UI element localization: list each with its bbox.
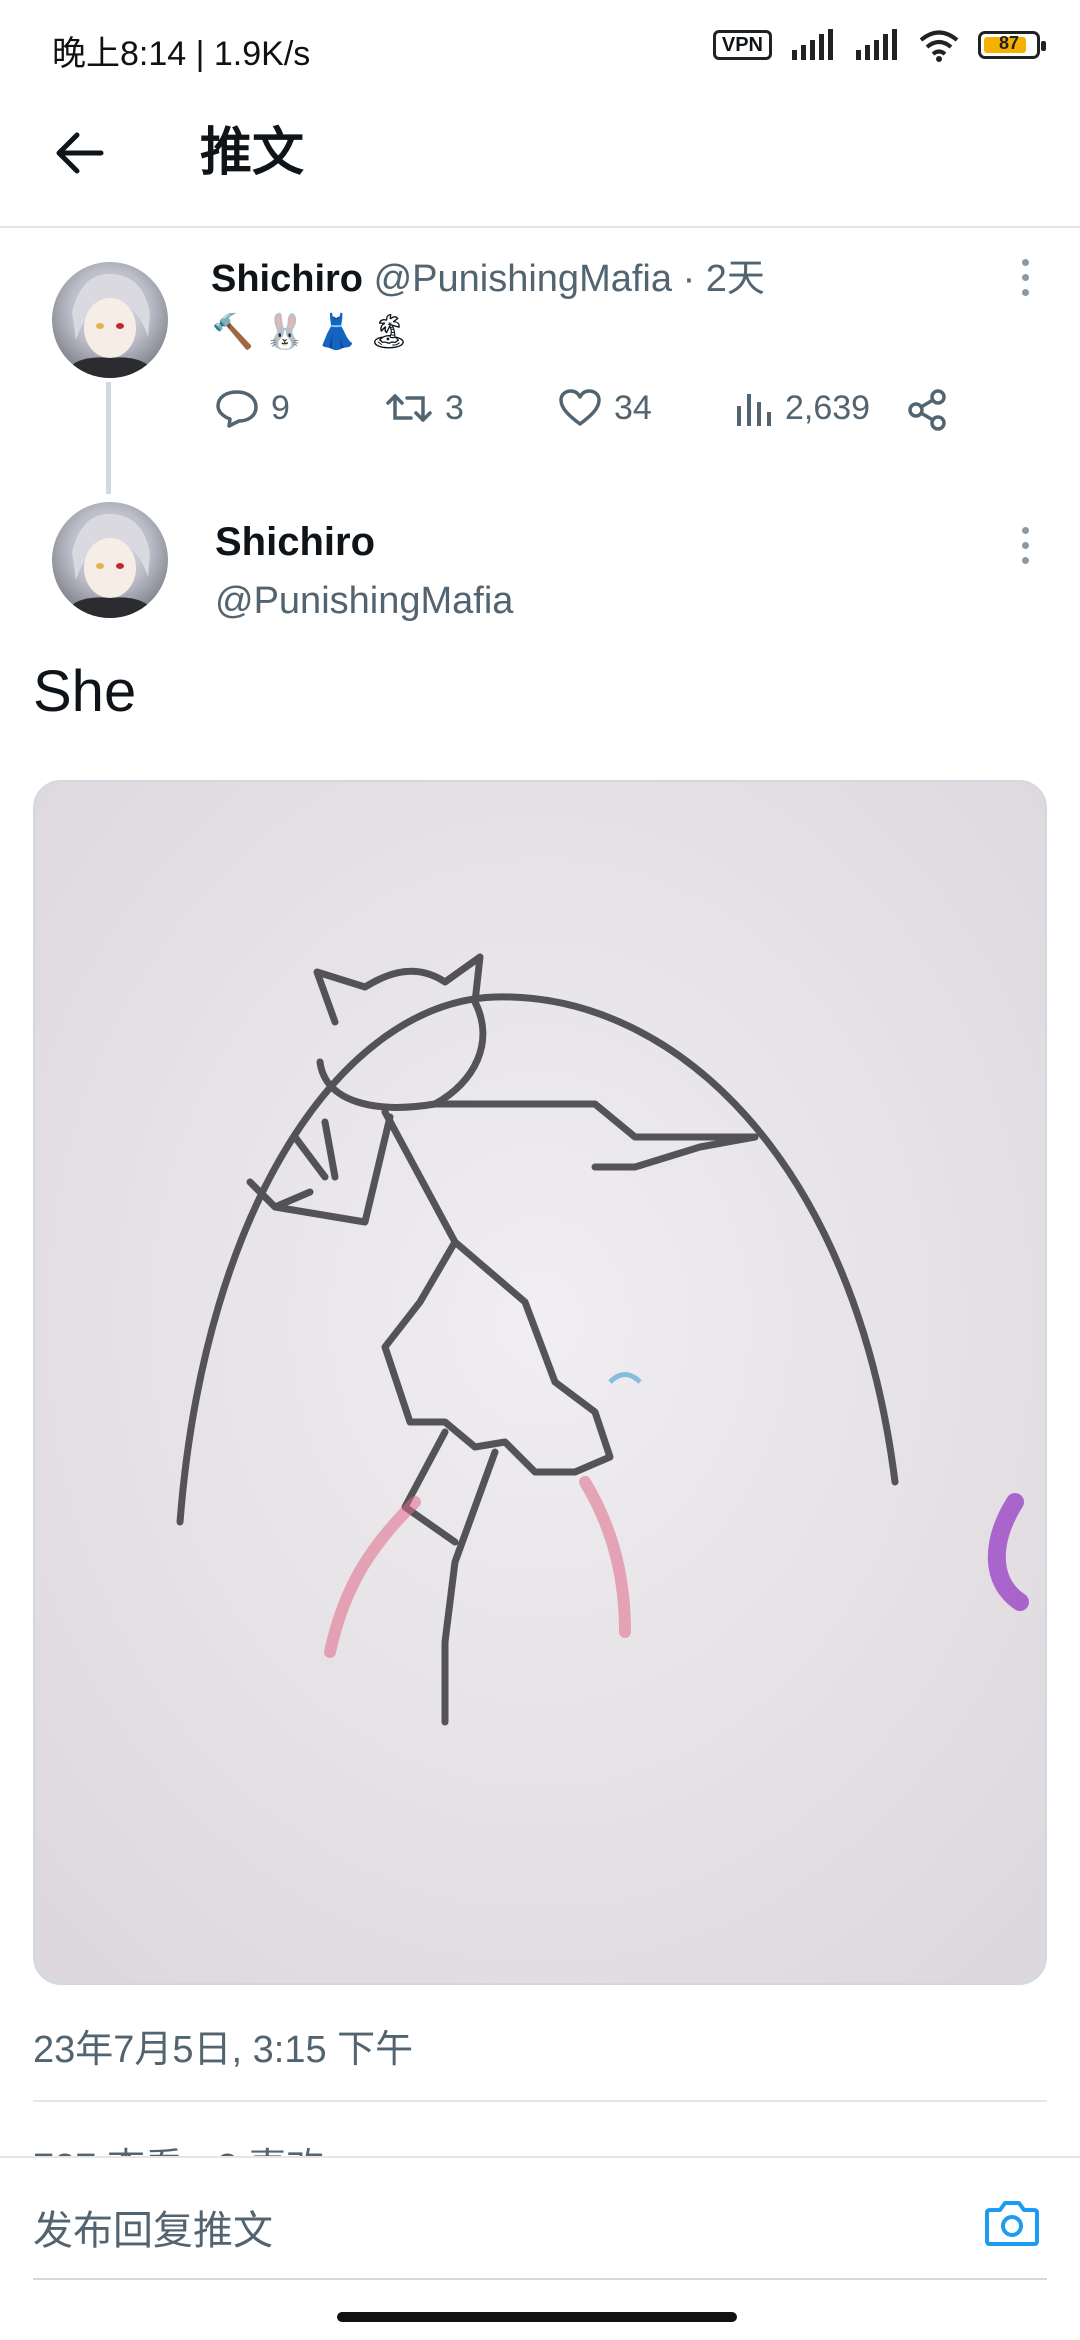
camera-icon xyxy=(985,2201,1039,2246)
signal-icon-2 xyxy=(856,29,897,60)
views-icon xyxy=(737,394,771,426)
display-name[interactable]: Shichiro xyxy=(211,258,363,300)
reply-underline xyxy=(33,2278,1047,2280)
parent-tweet-header[interactable]: Shichiro @PunishingMafia · 2天 xyxy=(211,254,765,304)
parent-tweet-text: 🔨 🐰 👗 🏝 xyxy=(211,310,411,354)
alarm-icon xyxy=(113,28,147,62)
share-button[interactable] xyxy=(905,388,949,432)
avatar[interactable] xyxy=(52,502,168,618)
stick-figure-drawing xyxy=(35,782,1045,1983)
vpn-badge: VPN xyxy=(712,30,772,60)
more-options-button[interactable] xyxy=(1005,520,1045,570)
views-button[interactable]: 2,639 xyxy=(733,388,870,428)
views-count: 2,639 xyxy=(785,388,871,427)
top-app-bar xyxy=(0,100,1080,228)
tweet-timestamp: 23年7月5日, 3:15 下午 xyxy=(33,2029,414,2071)
page-title: 推文 xyxy=(200,124,305,182)
avatar-illustration xyxy=(62,513,158,618)
time-ago: · 2天 xyxy=(682,258,765,300)
island-emoji: 🏝 xyxy=(367,313,411,351)
tweet-stats[interactable]: 727 查看 · 2 喜欢 xyxy=(33,2136,533,2156)
rabbit-emoji: 🐰 xyxy=(263,313,307,351)
hammer-emoji: 🔨 xyxy=(211,313,255,351)
retweet-icon xyxy=(386,394,432,422)
display-name[interactable]: Shichiro xyxy=(215,520,375,565)
signal-icon xyxy=(792,29,833,60)
reply-input[interactable]: 发布回复推文 xyxy=(33,2198,273,2256)
tweet-image[interactable] xyxy=(33,780,1047,1985)
user-handle[interactable]: @PunishingMafia xyxy=(374,258,672,300)
user-handle[interactable]: @PunishingMafia xyxy=(215,580,513,623)
reply-button[interactable]: 9 xyxy=(215,388,290,428)
reply-count: 9 xyxy=(271,388,290,427)
share-icon xyxy=(908,389,946,431)
reply-icon xyxy=(216,390,258,428)
battery-icon: 87 xyxy=(978,31,1046,59)
avatar-illustration xyxy=(62,273,158,378)
status-icons: VPN 87 xyxy=(712,28,1046,62)
camera-button[interactable] xyxy=(984,2198,1044,2250)
divider xyxy=(33,2100,1047,2102)
avatar[interactable] xyxy=(52,262,168,378)
heart-icon xyxy=(559,389,601,426)
status-time: 晚上8:14 | 1.9K/s xyxy=(52,35,311,73)
retweet-button[interactable]: 3 xyxy=(385,388,464,428)
dress-emoji: 👗 xyxy=(315,313,359,351)
arrow-left-icon xyxy=(56,132,104,174)
like-button[interactable]: 34 xyxy=(558,388,652,428)
wifi-icon xyxy=(919,30,959,62)
like-count: 34 xyxy=(614,388,652,427)
battery-level: 87 xyxy=(998,33,1020,53)
more-options-button[interactable] xyxy=(1005,252,1045,302)
thread-connector xyxy=(106,382,111,494)
tweet-text: She xyxy=(33,659,137,724)
back-button[interactable] xyxy=(44,118,114,188)
retweet-count: 3 xyxy=(445,388,464,427)
home-indicator[interactable] xyxy=(337,2312,737,2322)
